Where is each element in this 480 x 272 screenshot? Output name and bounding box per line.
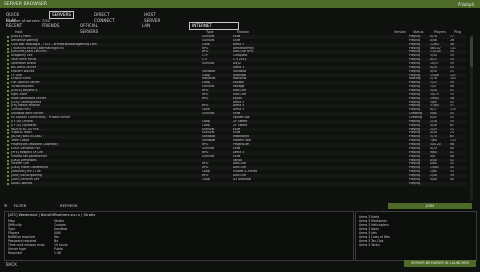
- col-status[interactable]: Status: [413, 30, 424, 34]
- server-status: Playing: [409, 181, 421, 185]
- server-icon: [7, 167, 9, 170]
- server-row[interactable]: DAWG Wolves Playing: [4, 181, 466, 186]
- required-mods: Arma 3 Karts Arma 3 Marksmen Arma 3 Helico…: [355, 211, 477, 261]
- server-icon: [7, 109, 9, 112]
- server-icon: [7, 120, 9, 123]
- server-icon: [7, 47, 9, 50]
- user-name: P.Vahpll: [458, 1, 474, 7]
- server-icon: [7, 163, 9, 166]
- server-icon: [7, 178, 9, 181]
- server-icon: [7, 136, 9, 139]
- detail-value: 1.98: [54, 251, 61, 255]
- server-icon: [7, 36, 9, 38]
- server-icon: [7, 74, 9, 77]
- filter-recent[interactable]: RECENT: [6, 23, 22, 29]
- launcher-button[interactable]: SERVER BROWSER IN LAUNCHER: [404, 260, 476, 267]
- server-icon: [7, 117, 9, 120]
- tab-servers[interactable]: SERVERS: [48, 11, 75, 19]
- join-button[interactable]: JOIN: [388, 203, 472, 209]
- server-icon: [7, 105, 9, 108]
- list-scrollbar[interactable]: [470, 35, 473, 201]
- filter-icon[interactable]: ☰: [4, 203, 10, 209]
- filter-lan[interactable]: LAN: [142, 23, 150, 29]
- server-icon: [7, 59, 9, 62]
- server-icon: [7, 132, 9, 135]
- server-icon: [7, 101, 9, 104]
- server-icon: [7, 155, 9, 158]
- server-icon: [7, 159, 9, 162]
- detail-key: Required: [8, 251, 22, 255]
- server-icon: [7, 140, 9, 143]
- detail-title: [ATC] Wasteland | BandOfBrothers.eu.ru |…: [8, 213, 96, 217]
- server-icon: [7, 86, 9, 89]
- filter-internet[interactable]: INTERNET: [189, 22, 239, 30]
- server-name: DAWG Wolves: [11, 181, 33, 185]
- server-icon: [7, 39, 9, 42]
- server-icon: [7, 174, 9, 177]
- server-icon: [7, 171, 9, 174]
- server-icon: [7, 66, 9, 69]
- tab-quick-play[interactable]: QUICK PLAY: [6, 12, 19, 23]
- server-icon: [7, 113, 9, 116]
- server-icon: [7, 90, 9, 93]
- scroll-thumb[interactable]: [470, 37, 473, 67]
- server-icon: [7, 128, 9, 131]
- server-icon: [7, 63, 9, 66]
- server-icon: [7, 97, 9, 100]
- col-host[interactable]: Host: [15, 30, 23, 34]
- server-icon: [7, 43, 9, 46]
- filter-official[interactable]: OFFICIAL SERVERS: [80, 23, 98, 34]
- tab-direct-connect[interactable]: DIRECT CONNECT: [94, 12, 115, 23]
- server-icon: [7, 51, 9, 54]
- title-bar: SERVER BROWSER P.Vahpll: [0, 0, 480, 8]
- col-version[interactable]: Version: [394, 30, 406, 34]
- server-icon: [7, 144, 9, 147]
- col-mission[interactable]: Mission: [237, 30, 249, 34]
- server-icon: [7, 182, 9, 185]
- server-icon: [7, 82, 9, 85]
- col-players[interactable]: Players: [434, 30, 446, 34]
- col-type[interactable]: Type: [206, 30, 214, 34]
- server-icon: [7, 93, 9, 96]
- server-list: [EXILE] Pwns Survival Exile Playing 0/70 77 Ar…: [4, 35, 466, 201]
- window-title: SERVER BROWSER: [4, 1, 47, 7]
- server-icon: [7, 55, 9, 58]
- refresh-button[interactable]: REFRESH: [60, 203, 100, 209]
- server-icon: [7, 147, 9, 150]
- server-icon: [7, 70, 9, 73]
- server-details: [ATC] Wasteland | BandOfBrothers.eu.ru |…: [4, 211, 354, 261]
- back-button[interactable]: BACK: [6, 262, 17, 267]
- tab-host-server[interactable]: HOST SERVER: [144, 12, 160, 23]
- filter-friends[interactable]: FRIENDS: [42, 23, 59, 29]
- filter-button[interactable]: FILTER: [14, 203, 44, 209]
- server-icon: [7, 124, 9, 127]
- mod-item: Arma 3 Tanks: [359, 243, 380, 247]
- server-icon: [7, 151, 9, 154]
- col-ping[interactable]: Ping: [454, 30, 461, 34]
- server-icon: [7, 78, 9, 81]
